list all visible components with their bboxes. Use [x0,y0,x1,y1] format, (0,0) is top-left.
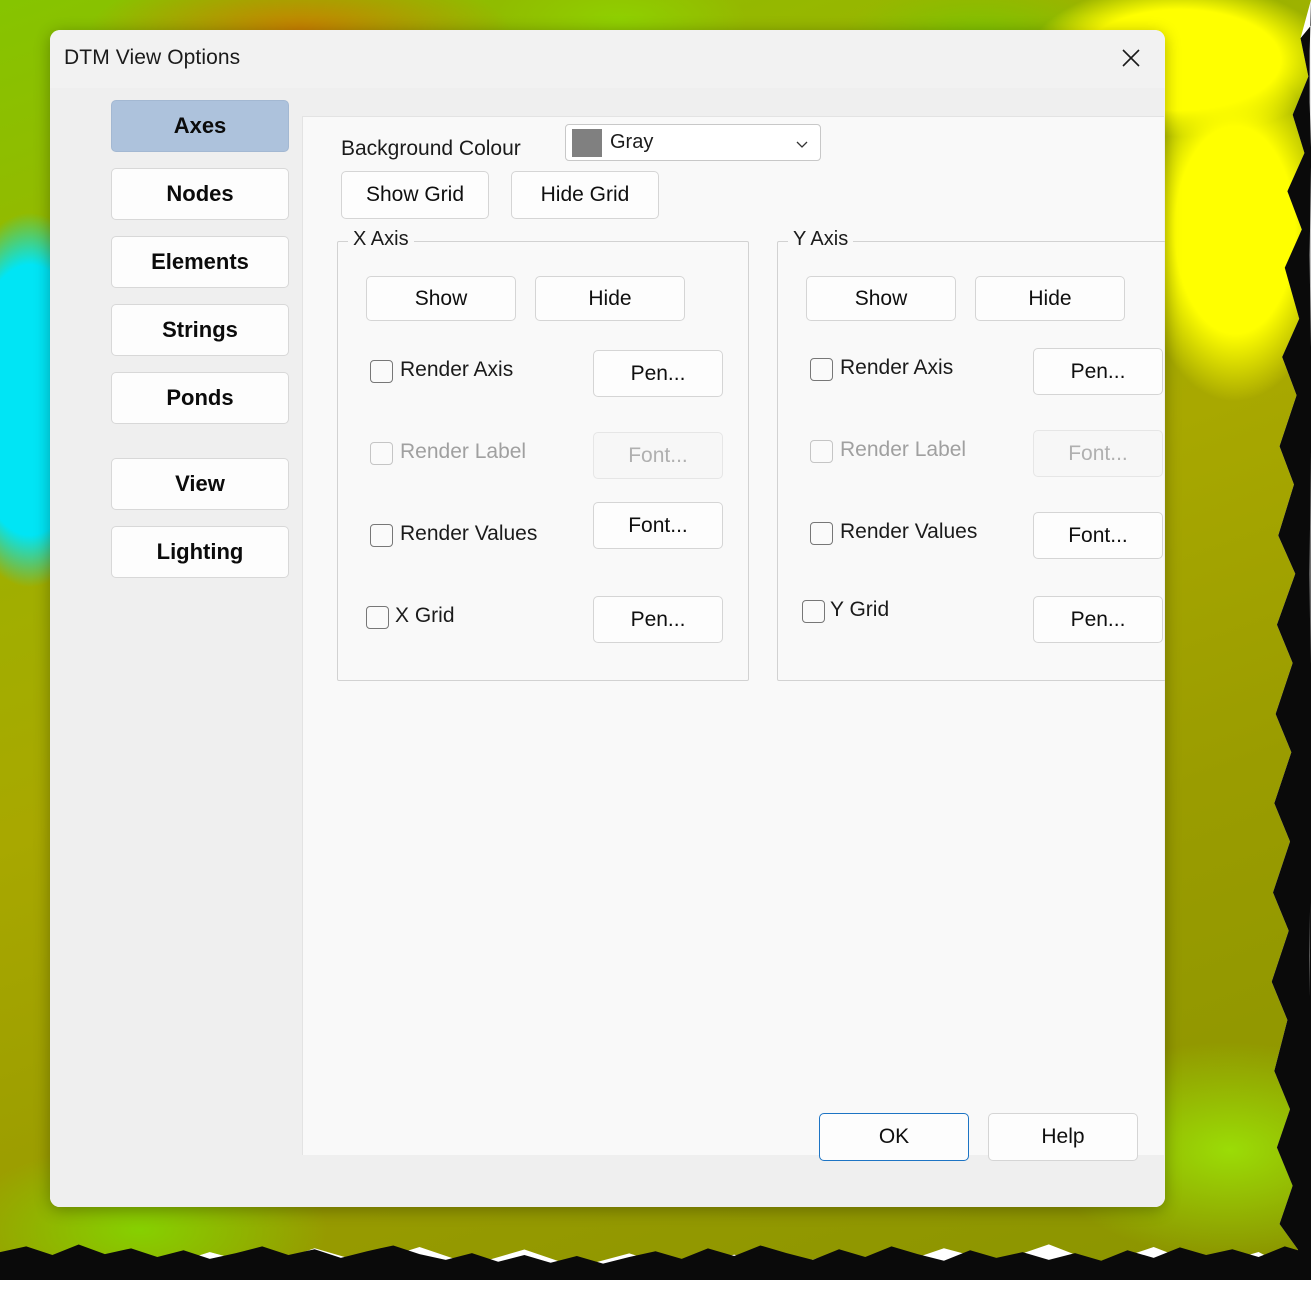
y-render-axis-pen-button[interactable]: Pen... [1033,348,1163,395]
x-render-values-label: Render Values [400,522,538,545]
x-grid-pen-button[interactable]: Pen... [593,596,723,643]
y-render-label-font-button: Font... [1033,430,1163,477]
dialog-title: DTM View Options [64,46,241,69]
sidebar-item-lighting[interactable]: Lighting [111,526,289,578]
y-render-values-font-button[interactable]: Font... [1033,512,1163,559]
sidebar: Axes Nodes Elements Strings Ponds View L… [50,88,302,1207]
y-axis-group: Y Axis Show Hide Render Axis Pen... Rend… [777,228,1165,681]
y-render-axis-row: Render Axis Pen... [778,348,1165,396]
sidebar-item-nodes[interactable]: Nodes [111,168,289,220]
x-render-label-font-button: Font... [593,432,723,479]
hide-grid-button[interactable]: Hide Grid [511,171,659,219]
content-panel: Background Colour Gray Show Grid Hide Gr… [302,116,1165,1155]
chevron-down-icon [794,136,810,152]
colour-swatch [572,129,602,157]
y-render-label-row: Render Label Font... [778,430,1165,478]
x-axis-show-button[interactable]: Show [366,276,516,321]
close-icon[interactable] [1105,34,1157,82]
background-colour-label: Background Colour [341,137,521,160]
x-grid-label: X Grid [395,604,455,627]
y-render-label-checkbox [810,440,833,463]
sidebar-item-elements[interactable]: Elements [111,236,289,288]
background-colour-select[interactable]: Gray [565,124,821,161]
sidebar-item-axes[interactable]: Axes [111,100,289,152]
x-render-axis-pen-button[interactable]: Pen... [593,350,723,397]
x-render-label-checkbox [370,442,393,465]
x-grid-checkbox[interactable] [366,606,389,629]
x-render-label-label: Render Label [400,440,527,463]
x-render-values-checkbox[interactable] [370,524,393,547]
x-axis-group-title: X Axis [348,228,414,251]
background-colour-value: Gray [610,131,654,153]
x-axis-hide-button[interactable]: Hide [535,276,685,321]
x-axis-group: X Axis Show Hide Render Axis Pen... Rend… [337,228,749,681]
dialog-footer: OK Help [50,1113,1165,1207]
x-render-axis-row: Render Axis Pen... [338,350,748,398]
ok-button[interactable]: OK [819,1113,969,1161]
x-render-label-row: Render Label Font... [338,432,748,480]
x-render-values-font-button[interactable]: Font... [593,502,723,549]
sidebar-item-strings[interactable]: Strings [111,304,289,356]
y-render-axis-label: Render Axis [840,356,954,379]
sidebar-item-ponds[interactable]: Ponds [111,372,289,424]
y-render-values-checkbox[interactable] [810,522,833,545]
sidebar-item-view[interactable]: View [111,458,289,510]
y-grid-pen-button[interactable]: Pen... [1033,596,1163,643]
y-render-axis-checkbox[interactable] [810,358,833,381]
help-button[interactable]: Help [988,1113,1138,1161]
title-bar: DTM View Options [50,30,1165,88]
y-grid-checkbox[interactable] [802,600,825,623]
y-axis-show-button[interactable]: Show [806,276,956,321]
x-render-axis-checkbox[interactable] [370,360,393,383]
y-render-values-row: Render Values Font... [778,512,1165,560]
y-grid-label: Y Grid [830,598,890,621]
y-grid-row: Y Grid Pen... [778,590,1165,643]
y-render-label-label: Render Label [840,438,967,461]
x-grid-row: X Grid Pen... [338,596,748,644]
y-axis-group-title: Y Axis [788,228,854,251]
x-render-axis-label: Render Axis [400,358,514,381]
y-axis-hide-button[interactable]: Hide [975,276,1125,321]
y-render-values-label: Render Values [840,520,978,543]
dtm-view-options-dialog: DTM View Options Axes Nodes Elements Str… [50,30,1165,1207]
show-grid-button[interactable]: Show Grid [341,171,489,219]
x-render-values-row: Render Values Font... [338,502,748,562]
